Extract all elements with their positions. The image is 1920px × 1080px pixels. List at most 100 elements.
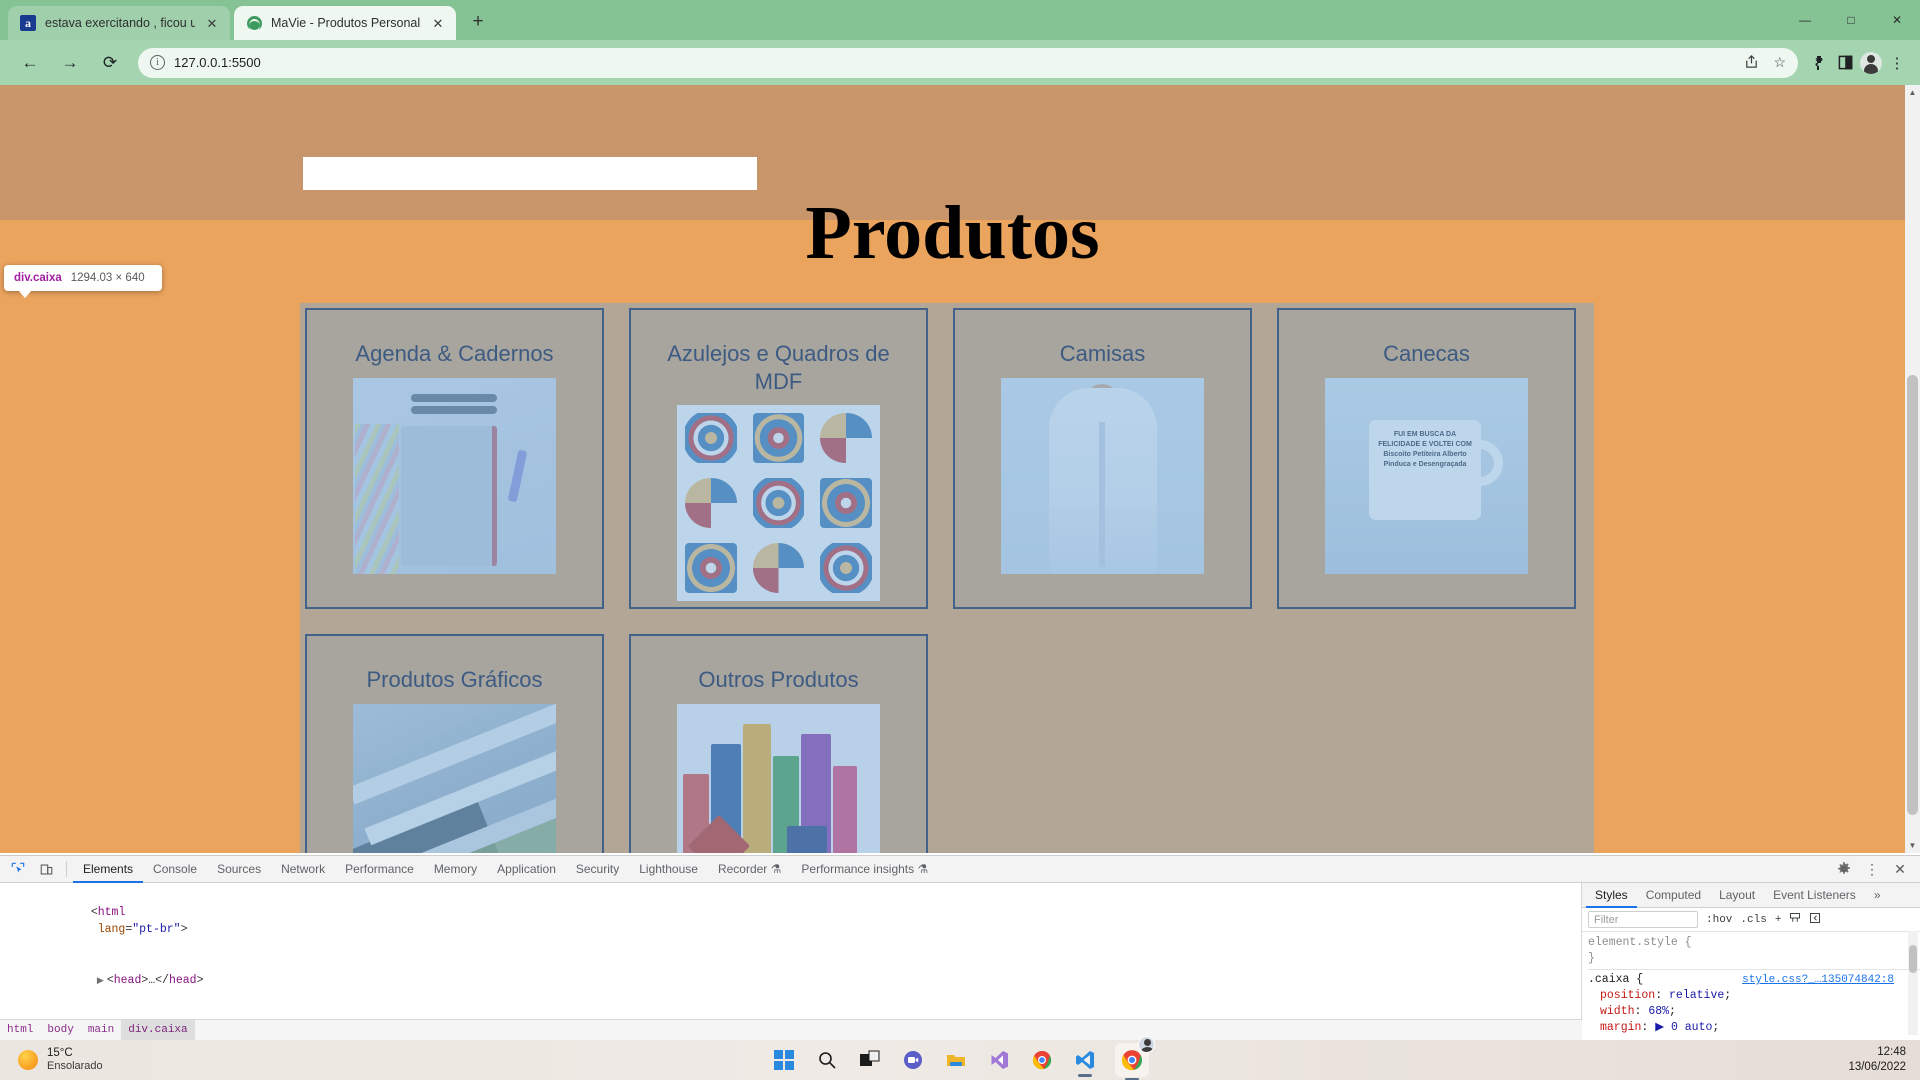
css-prop-margin[interactable]: margin [1588,1021,1641,1034]
devtools-tab-recorder[interactable]: Recorder ⚗ [708,856,791,883]
page-scrollbar[interactable]: ▲ ▼ [1905,85,1920,853]
scroll-up-arrow-icon[interactable]: ▲ [1905,85,1920,100]
search-icon[interactable] [814,1047,840,1073]
devtools-tab-lighthouse[interactable]: Lighthouse [629,856,708,883]
css-prop-position[interactable]: position [1588,989,1655,1002]
toggle-sidebar-icon[interactable] [1809,912,1821,928]
device-toggle-icon[interactable] [32,857,60,881]
style-rule-caixa[interactable]: .caixa { style.css?_…135074842:8 positio… [1588,969,1920,1036]
devtools-tab-sources[interactable]: Sources [207,856,271,883]
styles-tab-layout[interactable]: Layout [1710,883,1764,908]
devtools-tab-security[interactable]: Security [566,856,629,883]
site-info-icon[interactable]: i [150,55,165,70]
tab-close-icon[interactable]: ✕ [204,17,220,30]
puzzle-icon[interactable] [1806,50,1832,76]
task-view-icon[interactable] [857,1047,883,1073]
product-card-camisas[interactable]: Camisas [953,308,1252,609]
style-source-link[interactable]: style.css?_…135074842:8 [1742,972,1894,988]
inspect-element-icon[interactable] [4,857,32,881]
devtools-more-options-icon[interactable]: ⋮ [1858,857,1886,881]
styles-tab-computed[interactable]: Computed [1637,883,1710,908]
bookmark-star-icon[interactable]: ☆ [1773,54,1786,71]
chrome-icon[interactable] [1029,1047,1055,1073]
devtools-tab-performance-insights[interactable]: Performance insights ⚗ [791,856,938,883]
clock-time: 12:48 [1877,1046,1906,1058]
product-card-title: Azulejos e Quadros de MDF [667,341,890,394]
file-explorer-icon[interactable] [943,1047,969,1073]
clock-date: 13/06/2022 [1848,1061,1906,1073]
weather-text: 15°C Ensolarado [47,1047,103,1073]
hov-toggle[interactable]: :hov [1706,914,1732,926]
forward-button[interactable]: → [55,48,85,78]
css-val-position[interactable]: relative [1669,989,1724,1002]
start-icon[interactable] [771,1047,797,1073]
scrollbar-thumb[interactable] [1907,375,1918,815]
close-window-button[interactable]: ✕ [1874,0,1920,40]
breadcrumb-body[interactable]: body [40,1020,80,1041]
styles-scrollbar[interactable] [1908,931,1918,1035]
devtools-tab-application[interactable]: Application [487,856,566,883]
styles-tab-styles[interactable]: Styles [1586,883,1637,908]
share-icon[interactable] [1744,54,1759,72]
window-controls: — □ ✕ [1782,0,1920,40]
breadcrumb-html[interactable]: html [0,1020,40,1041]
product-card-canecas[interactable]: Canecas FUI EM BUSCA DA FELICIDADE E VOL… [1277,308,1576,609]
address-bar[interactable]: i 127.0.0.1:5500 ☆ [138,47,1798,78]
chrome-active-icon[interactable] [1115,1036,1155,1080]
browser-tab-1[interactable]: a estava exercitando , ficou uma dú ✕ [8,6,230,40]
devtools-tabbar: Elements Console Sources Network Perform… [0,856,1920,883]
browser-tab-2[interactable]: MaVie - Produtos Personalizados ✕ [234,6,456,40]
product-card-outros[interactable]: Outros Produtos [629,634,928,853]
chrome-menu-button[interactable]: ⋮ [1884,50,1910,76]
product-card-title: Canecas [1383,341,1470,366]
devtools-tab-elements[interactable]: Elements [73,856,144,883]
dom-line[interactable]: <html lang="pt-br"> [0,887,1581,955]
product-card-title: Camisas [1059,341,1146,366]
devtools-tab-network[interactable]: Network [271,856,335,883]
product-card-graficos[interactable]: Produtos Gráficos [305,634,604,853]
devtools-panel: Elements Console Sources Network Perform… [0,855,1920,1080]
devtools-close-icon[interactable]: ✕ [1886,857,1914,881]
product-card-title: Agenda & Cadernos [355,341,554,366]
teams-icon[interactable] [900,1047,926,1073]
cls-toggle[interactable]: .cls [1740,914,1766,926]
breadcrumb-main[interactable]: main [81,1020,121,1041]
styles-filter-input[interactable]: Filter [1588,911,1698,928]
product-card-agenda[interactable]: Agenda & Cadernos [305,308,604,609]
new-style-rule-button[interactable]: + [1775,914,1782,926]
visual-studio-icon[interactable] [986,1047,1012,1073]
alura-icon: a [20,15,36,31]
printed-mug-photo: FUI EM BUSCA DA FELICIDADE E VOLTEI COM … [1325,377,1528,574]
vscode-icon[interactable] [1072,1047,1098,1077]
style-rule-element-style[interactable]: element.style { } [1588,935,1920,967]
styles-tab-overflow[interactable]: » [1865,883,1890,908]
new-tab-button[interactable]: + [464,8,492,36]
omnibox-actions: ☆ [1744,54,1786,72]
css-val-margin[interactable]: ▶ 0 auto [1655,1021,1712,1034]
computed-styles-sidebar-icon[interactable] [1789,912,1801,928]
sidepanel-icon[interactable] [1832,50,1858,76]
breadcrumb-div-caixa[interactable]: div.caixa [121,1019,195,1041]
css-prop-width[interactable]: width [1588,1005,1635,1018]
back-button[interactable]: ← [15,48,45,78]
minimize-button[interactable]: — [1782,0,1828,40]
maximize-button[interactable]: □ [1828,0,1874,40]
scroll-down-arrow-icon[interactable]: ▼ [1905,838,1920,853]
elements-dom-tree[interactable]: <html lang="pt-br"> ▶<head>…</head> ▼<bo… [0,883,1582,1080]
devtools-inspect-tooltip: div.caixa 1294.03 × 640 [4,265,162,298]
weather-widget[interactable]: 15°C Ensolarado [0,1047,103,1073]
devtools-tab-console[interactable]: Console [143,856,207,883]
dom-line[interactable]: ▶ <head>…</head> [0,955,1581,1007]
devtools-tab-performance[interactable]: Performance [335,856,424,883]
product-card-azulejos[interactable]: Azulejos e Quadros de MDF [629,308,928,609]
assorted-products-photo [677,703,880,853]
taskbar-clock[interactable]: 12:48 13/06/2022 [1848,1045,1906,1075]
styles-tab-event-listeners[interactable]: Event Listeners [1764,883,1865,908]
tab-close-icon[interactable]: ✕ [430,17,446,30]
css-val-width[interactable]: 68% [1648,1005,1669,1018]
profile-avatar[interactable] [1858,50,1884,76]
gear-icon[interactable] [1830,857,1858,881]
product-card-title: Outros Produtos [698,667,859,692]
devtools-tab-memory[interactable]: Memory [424,856,487,883]
reload-button[interactable]: ⟳ [95,48,125,78]
